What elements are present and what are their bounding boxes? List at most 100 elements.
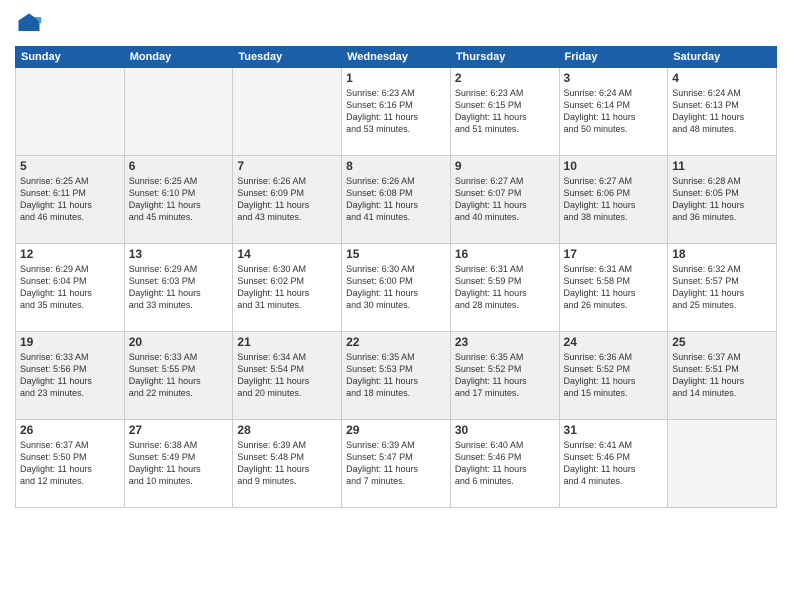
calendar-cell-1-1: 6Sunrise: 6:25 AM Sunset: 6:10 PM Daylig…	[124, 156, 233, 244]
day-number: 14	[237, 247, 337, 261]
calendar-cell-1-2: 7 Sunrise: 6:26 AM Sunset: 6:09 PM Daylig…	[233, 156, 342, 244]
day-info: Sunrise: 6:28 AM Sunset: 6:05 PM Dayligh…	[672, 175, 772, 224]
calendar-cell-1-0: 5 Sunrise: 6:25 AM Sunset: 6:11 PM Daylig…	[16, 156, 125, 244]
calendar-cell-3-5: 24 Sunrise: 6:36 AM Sunset: 5:52 PM Dayli…	[559, 332, 668, 420]
day-info: Sunrise: 6:29 AM Sunset: 6:03 PM Dayligh…	[129, 263, 229, 312]
calendar-cell-3-0: 19 Sunrise: 6:33 AM Sunset: 5:56 PM Dayli…	[16, 332, 125, 420]
page: SundayMondayTuesdayWednesdayThursdayFrid…	[0, 0, 792, 612]
day-number: 31	[564, 423, 664, 437]
calendar-cell-4-4: 30 Sunrise: 6:40 AM Sunset: 5:46 PM Dayli…	[450, 420, 559, 508]
day-info: Sunrise: 6:35 AM Sunset: 5:53 PM Dayligh…	[346, 351, 446, 400]
day-number: 30	[455, 423, 555, 437]
weekday-header-sunday: Sunday	[16, 47, 125, 68]
day-info: Sunrise: 6:36 AM Sunset: 5:52 PM Dayligh…	[564, 351, 664, 400]
day-number: 22	[346, 335, 446, 349]
day-number: 4	[672, 71, 772, 85]
day-info: Sunrise: 6:30 AM Sunset: 6:02 PM Dayligh…	[237, 263, 337, 312]
day-number: 15	[346, 247, 446, 261]
weekday-header-wednesday: Wednesday	[342, 47, 451, 68]
calendar-cell-0-2	[233, 68, 342, 156]
week-row-4: 26 Sunrise: 6:37 AM Sunset: 5:50 PM Dayli…	[16, 420, 777, 508]
header	[15, 10, 777, 38]
day-number: 11	[672, 159, 772, 173]
day-number: 7	[237, 159, 337, 173]
calendar-cell-4-1: 27 Sunrise: 6:38 AM Sunset: 5:49 PM Dayli…	[124, 420, 233, 508]
calendar-cell-2-1: 13 Sunrise: 6:29 AM Sunset: 6:03 PM Dayli…	[124, 244, 233, 332]
calendar-cell-1-4: 9 Sunrise: 6:27 AM Sunset: 6:07 PM Daylig…	[450, 156, 559, 244]
calendar-cell-0-5: 3Sunrise: 6:24 AM Sunset: 6:14 PM Daylig…	[559, 68, 668, 156]
calendar-cell-0-6: 4 Sunrise: 6:24 AM Sunset: 6:13 PM Daylig…	[668, 68, 777, 156]
day-info: Sunrise: 6:40 AM Sunset: 5:46 PM Dayligh…	[455, 439, 555, 488]
calendar-cell-3-6: 25Sunrise: 6:37 AM Sunset: 5:51 PM Dayli…	[668, 332, 777, 420]
day-number: 21	[237, 335, 337, 349]
day-number: 18	[672, 247, 772, 261]
calendar-table: SundayMondayTuesdayWednesdayThursdayFrid…	[15, 46, 777, 508]
week-row-3: 19 Sunrise: 6:33 AM Sunset: 5:56 PM Dayli…	[16, 332, 777, 420]
day-number: 17	[564, 247, 664, 261]
day-number: 9	[455, 159, 555, 173]
day-number: 13	[129, 247, 229, 261]
day-info: Sunrise: 6:31 AM Sunset: 5:58 PM Dayligh…	[564, 263, 664, 312]
calendar-cell-3-1: 20 Sunrise: 6:33 AM Sunset: 5:55 PM Dayli…	[124, 332, 233, 420]
day-number: 1	[346, 71, 446, 85]
day-info: Sunrise: 6:38 AM Sunset: 5:49 PM Dayligh…	[129, 439, 229, 488]
calendar-cell-4-3: 29 Sunrise: 6:39 AM Sunset: 5:47 PM Dayli…	[342, 420, 451, 508]
day-info: Sunrise: 6:33 AM Sunset: 5:55 PM Dayligh…	[129, 351, 229, 400]
day-number: 29	[346, 423, 446, 437]
day-number: 10	[564, 159, 664, 173]
day-info: Sunrise: 6:29 AM Sunset: 6:04 PM Dayligh…	[20, 263, 120, 312]
calendar-cell-4-2: 28Sunrise: 6:39 AM Sunset: 5:48 PM Dayli…	[233, 420, 342, 508]
day-info: Sunrise: 6:23 AM Sunset: 6:16 PM Dayligh…	[346, 87, 446, 136]
day-info: Sunrise: 6:39 AM Sunset: 5:47 PM Dayligh…	[346, 439, 446, 488]
calendar-cell-4-6	[668, 420, 777, 508]
weekday-header-thursday: Thursday	[450, 47, 559, 68]
logo	[15, 10, 47, 38]
day-number: 23	[455, 335, 555, 349]
day-info: Sunrise: 6:25 AM Sunset: 6:10 PM Dayligh…	[129, 175, 229, 224]
calendar-cell-0-3: 1 Sunrise: 6:23 AM Sunset: 6:16 PM Daylig…	[342, 68, 451, 156]
calendar-cell-1-5: 10Sunrise: 6:27 AM Sunset: 6:06 PM Dayli…	[559, 156, 668, 244]
day-info: Sunrise: 6:32 AM Sunset: 5:57 PM Dayligh…	[672, 263, 772, 312]
calendar-cell-2-0: 12 Sunrise: 6:29 AM Sunset: 6:04 PM Dayli…	[16, 244, 125, 332]
calendar-cell-2-6: 18 Sunrise: 6:32 AM Sunset: 5:57 PM Dayli…	[668, 244, 777, 332]
day-number: 16	[455, 247, 555, 261]
week-row-0: 1 Sunrise: 6:23 AM Sunset: 6:16 PM Daylig…	[16, 68, 777, 156]
day-number: 12	[20, 247, 120, 261]
logo-icon	[15, 10, 43, 38]
day-number: 24	[564, 335, 664, 349]
calendar-cell-2-3: 15 Sunrise: 6:30 AM Sunset: 6:00 PM Dayli…	[342, 244, 451, 332]
weekday-header-friday: Friday	[559, 47, 668, 68]
day-info: Sunrise: 6:37 AM Sunset: 5:51 PM Dayligh…	[672, 351, 772, 400]
day-info: Sunrise: 6:35 AM Sunset: 5:52 PM Dayligh…	[455, 351, 555, 400]
calendar-cell-0-4: 2 Sunrise: 6:23 AM Sunset: 6:15 PM Daylig…	[450, 68, 559, 156]
day-info: Sunrise: 6:34 AM Sunset: 5:54 PM Dayligh…	[237, 351, 337, 400]
day-info: Sunrise: 6:41 AM Sunset: 5:46 PM Dayligh…	[564, 439, 664, 488]
day-number: 26	[20, 423, 120, 437]
day-info: Sunrise: 6:23 AM Sunset: 6:15 PM Dayligh…	[455, 87, 555, 136]
week-row-2: 12 Sunrise: 6:29 AM Sunset: 6:04 PM Dayli…	[16, 244, 777, 332]
weekday-header-monday: Monday	[124, 47, 233, 68]
weekday-header-tuesday: Tuesday	[233, 47, 342, 68]
day-info: Sunrise: 6:33 AM Sunset: 5:56 PM Dayligh…	[20, 351, 120, 400]
day-number: 20	[129, 335, 229, 349]
day-number: 5	[20, 159, 120, 173]
day-number: 19	[20, 335, 120, 349]
day-info: Sunrise: 6:30 AM Sunset: 6:00 PM Dayligh…	[346, 263, 446, 312]
day-info: Sunrise: 6:26 AM Sunset: 6:09 PM Dayligh…	[237, 175, 337, 224]
day-info: Sunrise: 6:27 AM Sunset: 6:07 PM Dayligh…	[455, 175, 555, 224]
weekday-header-row: SundayMondayTuesdayWednesdayThursdayFrid…	[16, 47, 777, 68]
calendar-cell-4-0: 26 Sunrise: 6:37 AM Sunset: 5:50 PM Dayli…	[16, 420, 125, 508]
weekday-header-saturday: Saturday	[668, 47, 777, 68]
calendar-cell-1-3: 8Sunrise: 6:26 AM Sunset: 6:08 PM Daylig…	[342, 156, 451, 244]
day-number: 2	[455, 71, 555, 85]
day-info: Sunrise: 6:31 AM Sunset: 5:59 PM Dayligh…	[455, 263, 555, 312]
day-info: Sunrise: 6:25 AM Sunset: 6:11 PM Dayligh…	[20, 175, 120, 224]
day-info: Sunrise: 6:37 AM Sunset: 5:50 PM Dayligh…	[20, 439, 120, 488]
day-number: 27	[129, 423, 229, 437]
calendar-cell-4-5: 31 Sunrise: 6:41 AM Sunset: 5:46 PM Dayli…	[559, 420, 668, 508]
day-info: Sunrise: 6:24 AM Sunset: 6:13 PM Dayligh…	[672, 87, 772, 136]
calendar-cell-2-2: 14 Sunrise: 6:30 AM Sunset: 6:02 PM Dayli…	[233, 244, 342, 332]
calendar-cell-0-1	[124, 68, 233, 156]
calendar-cell-2-5: 17 Sunrise: 6:31 AM Sunset: 5:58 PM Dayli…	[559, 244, 668, 332]
day-number: 8	[346, 159, 446, 173]
